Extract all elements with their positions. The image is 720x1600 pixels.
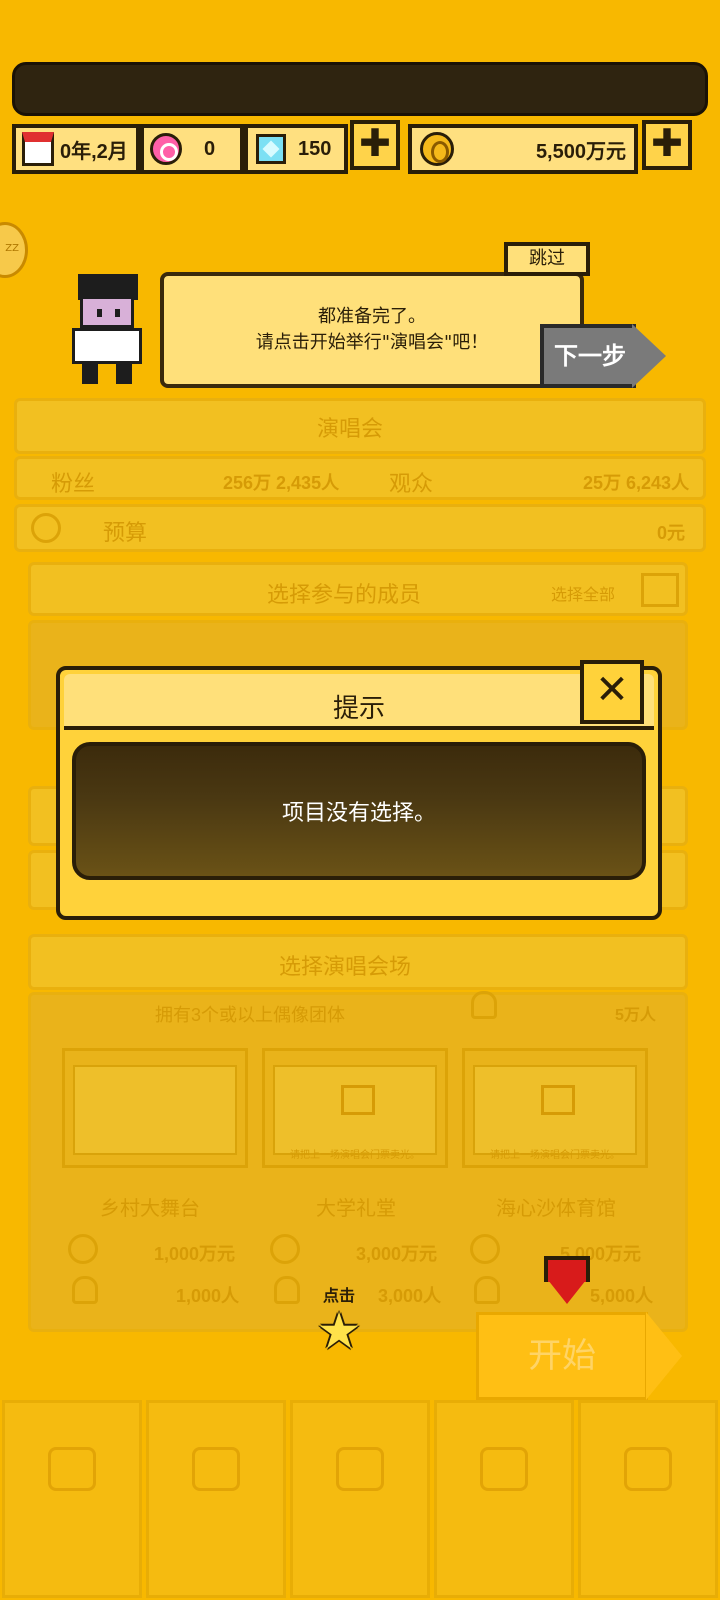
dialog-message: 项目没有选择。 [281, 801, 436, 826]
bottom-nav [0, 1398, 720, 1600]
cost-coin-icon [68, 1234, 98, 1264]
requirement-text: 拥有3个或以上偶像团体 [155, 1005, 346, 1025]
manager-character [66, 274, 148, 386]
next-step-label: 下一步 [540, 324, 636, 388]
title-bar [12, 62, 708, 116]
capacity-person-icon [72, 1276, 98, 1304]
start-arrow [646, 1312, 682, 1400]
next-arrow-icon [632, 324, 666, 388]
nav-tab[interactable] [2, 1400, 142, 1598]
nav-tab[interactable] [434, 1400, 574, 1598]
venue-card-3[interactable]: 请把上一场演唱会门票卖光。 [462, 1048, 648, 1168]
audience-value: 25万 6,243人 [583, 473, 690, 493]
venue-note: 请把上一场演唱会门票卖光。 [490, 1150, 620, 1161]
budget-row: 预算 0元 [14, 504, 706, 552]
hearts-value: 0 [204, 137, 216, 160]
nav-icon [48, 1447, 96, 1491]
heart-gem-icon [150, 133, 182, 165]
start-button[interactable]: 开始 [476, 1312, 690, 1400]
skip-button[interactable]: 跳过 [504, 242, 590, 276]
coin-icon [420, 132, 454, 166]
venue-capacity: 5,000人 [590, 1286, 654, 1306]
venue-card-1[interactable] [62, 1048, 248, 1168]
requirement-count: 5万人 [615, 1007, 656, 1024]
diamonds-value: 150 [298, 137, 332, 160]
dialog-title-bar: 提示 [64, 674, 654, 730]
next-step-button[interactable]: 下一步 [540, 324, 670, 388]
nav-icon [480, 1447, 528, 1491]
budget-value: 0元 [657, 523, 686, 543]
nav-icon [192, 1447, 240, 1491]
tutorial-line-1: 都准备完了。 [318, 306, 426, 327]
cost-coin-icon [270, 1234, 300, 1264]
nav-tab[interactable] [146, 1400, 286, 1598]
money-display: 5,500万元 [408, 124, 638, 174]
lock-icon [541, 1085, 575, 1115]
lock-icon [341, 1085, 375, 1115]
alert-dialog: 提示 ✕ 项目没有选择。 [56, 660, 662, 920]
date-value: 0年,2月 [60, 140, 128, 163]
capacity-person-icon [274, 1276, 300, 1304]
concert-header: 演唱会 [14, 398, 706, 454]
stats-row: 粉丝 256万 2,435人 观众 25万 6,243人 [14, 456, 706, 500]
add-money-button[interactable]: ✚ [642, 120, 692, 170]
venue-capacity: 3,000人 [378, 1286, 442, 1306]
face [80, 296, 134, 328]
stage-image [73, 1065, 237, 1155]
venue-header: 选择演唱会场 [28, 934, 688, 990]
calendar-icon [22, 132, 54, 166]
members-title: 选择参与的成员 [267, 583, 422, 608]
venue-cost: 1,000万元 [154, 1244, 236, 1264]
shirt [72, 328, 142, 364]
tap-hint[interactable]: 点击 ★ [308, 1282, 370, 1356]
audience-label: 观众 [389, 472, 434, 497]
venue-capacity: 1,000人 [176, 1286, 240, 1306]
heart-marker-icon [540, 1256, 594, 1310]
date-display: 0年,2月 [12, 124, 140, 174]
dialog-message-box: 项目没有选择。 [72, 742, 646, 880]
star-icon: ★ [316, 1302, 362, 1360]
concert-section-title: 演唱会 [317, 417, 384, 442]
nav-icon [624, 1447, 672, 1491]
venue-card-2[interactable]: 请把上一场演唱会门票卖光。 [262, 1048, 448, 1168]
select-all-checkbox[interactable] [641, 573, 679, 607]
cost-coin-icon [470, 1234, 500, 1264]
requirement-person-icon [471, 991, 497, 1019]
venue-name: 海心沙体育馆 [496, 1196, 616, 1220]
fans-value: 256万 2,435人 [223, 473, 340, 493]
venue-note: 请把上一场演唱会门票卖光。 [290, 1150, 420, 1161]
hearts-display: 0 [140, 124, 244, 174]
dialog-title: 提示 [332, 694, 385, 724]
fans-label: 粉丝 [51, 472, 96, 497]
tutorial-line-2: 请点击开始举行"演唱会"吧！ [255, 332, 489, 353]
capacity-person-icon [474, 1276, 500, 1304]
add-diamonds-button[interactable]: ✚ [350, 120, 400, 170]
start-button-label: 开始 [476, 1312, 648, 1400]
side-badge[interactable]: ZZ [0, 222, 28, 278]
diamonds-display: 150 [244, 124, 348, 174]
close-button[interactable]: ✕ [580, 660, 644, 724]
budget-label: 预算 [103, 521, 148, 546]
diamond-icon [256, 134, 286, 164]
select-all-label[interactable]: 选择全部 [551, 581, 615, 605]
venue-title: 选择演唱会场 [279, 955, 412, 980]
nav-tab[interactable] [578, 1400, 718, 1598]
nav-tab[interactable] [290, 1400, 430, 1598]
budget-coin-icon [31, 513, 61, 543]
venue-name: 乡村大舞台 [100, 1196, 200, 1220]
venue-cost: 3,000万元 [356, 1244, 438, 1264]
venue-name: 大学礼堂 [316, 1196, 396, 1220]
members-header: 选择参与的成员 选择全部 [28, 562, 688, 616]
money-value: 5,500万元 [535, 140, 626, 163]
tutorial-bubble: 都准备完了。 请点击开始举行"演唱会"吧！ [160, 272, 584, 388]
nav-icon [336, 1447, 384, 1491]
